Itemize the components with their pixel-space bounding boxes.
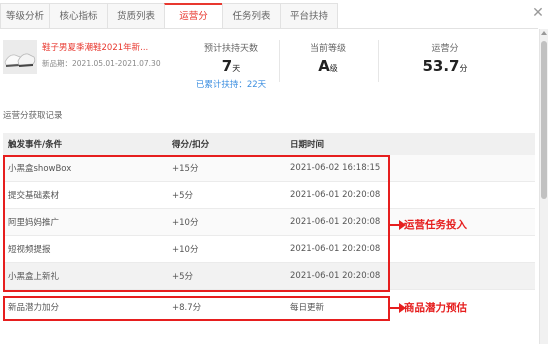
tab-goods-list[interactable]: 货质列表 [107, 3, 164, 29]
scrollbar[interactable] [539, 29, 548, 344]
tab-bar: 等级分析 核心指标 货质列表 运营分 任务列表 平台扶持 [0, 3, 338, 29]
tab-core-metrics[interactable]: 核心指标 [49, 3, 107, 29]
score-value: 53.7分 [400, 56, 490, 75]
accumulated-days-link[interactable]: 已累计扶持：22天 [187, 78, 275, 90]
table-header: 触发事件/条件 得分/扣分 日期时间 [3, 133, 535, 155]
tab-platform-support[interactable]: 平台扶持 [280, 3, 338, 29]
days-label: 预计扶持天数 [203, 44, 258, 54]
header-time: 日期时间 [290, 140, 325, 150]
stat-divider [279, 40, 280, 82]
header-score: 得分/扣分 [172, 140, 210, 150]
grade-unit: 级 [329, 64, 338, 73]
score-unit: 分 [459, 64, 468, 73]
tab-operation-score[interactable]: 运营分 [164, 3, 222, 29]
ops-task-annotation: 运营任务投入 [404, 219, 467, 231]
grade-letter: A [318, 57, 330, 75]
days-value: 7天 [187, 56, 275, 75]
close-icon[interactable]: ✕ [531, 6, 545, 20]
potential-arrow [390, 303, 406, 313]
product-thumbnail[interactable] [3, 40, 37, 74]
ops-task-highlight [3, 155, 390, 292]
scroll-up-icon[interactable] [541, 31, 547, 35]
score-number: 53.7 [422, 57, 460, 75]
days-number: 7 [221, 57, 233, 75]
section-title: 运营分获取记录 [3, 111, 63, 121]
ops-task-arrow [390, 220, 406, 230]
product-period: 新品期：2021.05.01-2021.07.30 [42, 59, 161, 68]
tab-level-analysis[interactable]: 等级分析 [0, 3, 49, 29]
header-event: 触发事件/条件 [8, 140, 63, 150]
potential-highlight [3, 296, 390, 321]
product-name-link[interactable]: 鞋子男夏季潮鞋2021年新... [42, 41, 154, 53]
scrollbar-thumb[interactable] [541, 41, 547, 199]
days-unit: 天 [232, 64, 241, 73]
stat-divider [378, 40, 379, 82]
potential-annotation: 商品潜力预估 [404, 302, 467, 314]
grade-label: 当前等级 [309, 44, 346, 54]
score-label: 运营分 [431, 44, 459, 54]
tab-divider [0, 28, 538, 29]
grade-value: A级 [284, 56, 372, 75]
tab-task-list[interactable]: 任务列表 [222, 3, 280, 29]
